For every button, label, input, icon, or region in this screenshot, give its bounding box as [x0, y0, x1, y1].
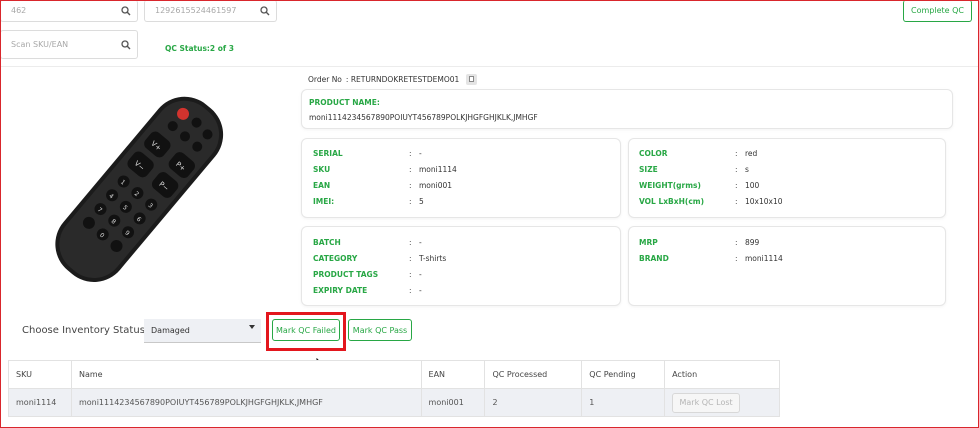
cell-name: moni1114234567890POIUYT456789POLKJHGFGHJ…: [70, 388, 422, 417]
mark-qc-failed-button[interactable]: Mark QC Failed: [272, 319, 340, 341]
detail-value: T-shirts: [419, 254, 447, 263]
detail-imei: IMEI::5: [313, 197, 424, 206]
detail-value: 100: [745, 181, 760, 190]
detail-value: -: [419, 270, 422, 279]
product-name-label: PRODUCT NAME:: [309, 98, 380, 107]
detail-value: -: [419, 149, 422, 158]
order-number: Order No : RETURNDOKRETESTDEMO01: [308, 74, 478, 85]
product-image: V+ P+ V− P− 1 2 3 4 5 6 7 8 9 0: [40, 90, 240, 290]
table-header-row: SKU Name EAN QC Processed QC Pending Act…: [8, 360, 780, 389]
detail-value: moni001: [419, 181, 453, 190]
detail-value: moni1114: [419, 165, 457, 174]
cell-sku: moni1114: [8, 388, 72, 417]
order-number-value: : RETURNDOKRETESTDEMO01: [345, 75, 460, 84]
column-header: Action: [664, 360, 780, 389]
cell-action: Mark QC Lost: [664, 388, 780, 417]
inventory-status-label: Choose Inventory Status: [22, 325, 145, 336]
detail-product-tags: PRODUCT TAGS: -: [313, 270, 422, 279]
detail-value: -: [419, 286, 422, 295]
detail-key: BRAND: [639, 254, 669, 263]
awb-search-placeholder: 1292615524461597: [155, 6, 237, 15]
detail-mrp: MRP:899: [639, 238, 760, 247]
order-number-label: Order No: [308, 75, 342, 84]
scan-sku-ean-placeholder: Scan SKU/EAN: [11, 40, 69, 49]
detail-key: BATCH: [313, 238, 341, 247]
mark-qc-pass-button[interactable]: Mark QC Pass: [348, 319, 412, 341]
search-icon[interactable]: [115, 5, 137, 16]
detail-key: PRODUCT TAGS: [313, 270, 379, 279]
detail-key: IMEI:: [313, 197, 335, 206]
table-row: moni1114 moni1114234567890POIUYT456789PO…: [8, 388, 780, 417]
caret-down-icon: [249, 324, 255, 329]
detail-key: WEIGHT(grms): [639, 181, 701, 190]
detail-color: COLOR: red: [639, 149, 758, 158]
column-header: QC Processed: [484, 360, 583, 389]
scan-sku-ean-input[interactable]: Scan SKU/EAN: [0, 30, 138, 59]
detail-key: EXPIRY DATE: [313, 286, 368, 295]
detail-key: SIZE: [639, 165, 658, 174]
detail-value: 5: [419, 197, 424, 206]
detail-serial: SERIAL: -: [313, 149, 422, 158]
detail-ean: EAN: moni001: [313, 181, 453, 190]
detail-weight: WEIGHT(grms):100: [639, 181, 760, 190]
detail-key: COLOR: [639, 149, 668, 158]
copy-icon[interactable]: [466, 74, 478, 85]
detail-key: VOL LxBxH(cm): [639, 197, 705, 206]
cell-ean: moni001: [420, 388, 486, 417]
inventory-status-select[interactable]: Damaged: [144, 319, 261, 343]
detail-sku: SKU: moni1114: [313, 165, 457, 174]
product-details-card: SERIAL: - SKU: moni1114 EAN: moni001 IMEI::…: [301, 138, 621, 218]
column-header: EAN: [420, 360, 486, 389]
detail-key: SKU: [313, 165, 331, 174]
detail-key: CATEGORY: [313, 254, 358, 263]
detail-batch: BATCH: -: [313, 238, 422, 247]
cell-qc-processed: 2: [484, 388, 583, 417]
mark-qc-lost-button[interactable]: Mark QC Lost: [672, 392, 741, 413]
detail-key: SERIAL: [313, 149, 343, 158]
qc-status-text: QC Status:2 of 3: [165, 44, 235, 53]
order-search-placeholder: 462: [11, 6, 27, 15]
pricing-card: MRP:899 BRAND: moni1114: [628, 226, 946, 306]
detail-size: SIZE: s: [639, 165, 749, 174]
order-search-input[interactable]: 462: [0, 0, 138, 22]
detail-category: CATEGORY: T-shirts: [313, 254, 447, 263]
detail-value: red: [745, 149, 758, 158]
batch-details-card: BATCH: - CATEGORY: T-shirts PRODUCT TAGS: -…: [301, 226, 621, 306]
detail-key: MRP: [639, 238, 658, 247]
detail-value: -: [419, 238, 422, 247]
header-divider: [0, 66, 979, 67]
detail-expiry-date: EXPIRY DATE: -: [313, 286, 422, 295]
detail-value: 899: [745, 238, 760, 247]
column-header: SKU: [8, 360, 72, 389]
detail-volume: VOL LxBxH(cm):10x10x10: [639, 197, 783, 206]
qc-items-table: SKU Name EAN QC Processed QC Pending Act…: [8, 360, 780, 417]
cell-qc-pending: 1: [581, 388, 666, 417]
complete-qc-button[interactable]: Complete QC: [903, 0, 972, 22]
search-icon[interactable]: [115, 39, 137, 50]
detail-value: 10x10x10: [745, 197, 783, 206]
detail-key: EAN: [313, 181, 331, 190]
awb-search-input[interactable]: 1292615524461597: [144, 0, 277, 22]
product-attributes-card: COLOR: red SIZE: s WEIGHT(grms):100 VOL Lx…: [628, 138, 946, 218]
product-name-value: moni1114234567890POIUYT456789POLKJHGFGHJ…: [309, 113, 538, 122]
inventory-status-value: Damaged: [151, 326, 190, 335]
detail-brand: BRAND: moni1114: [639, 254, 783, 263]
detail-value: s: [745, 165, 749, 174]
search-icon[interactable]: [254, 5, 276, 16]
column-header: Name: [70, 360, 422, 389]
product-name-card: PRODUCT NAME: moni1114234567890POIUYT456…: [301, 89, 953, 129]
column-header: QC Pending: [581, 360, 666, 389]
detail-value: moni1114: [745, 254, 783, 263]
